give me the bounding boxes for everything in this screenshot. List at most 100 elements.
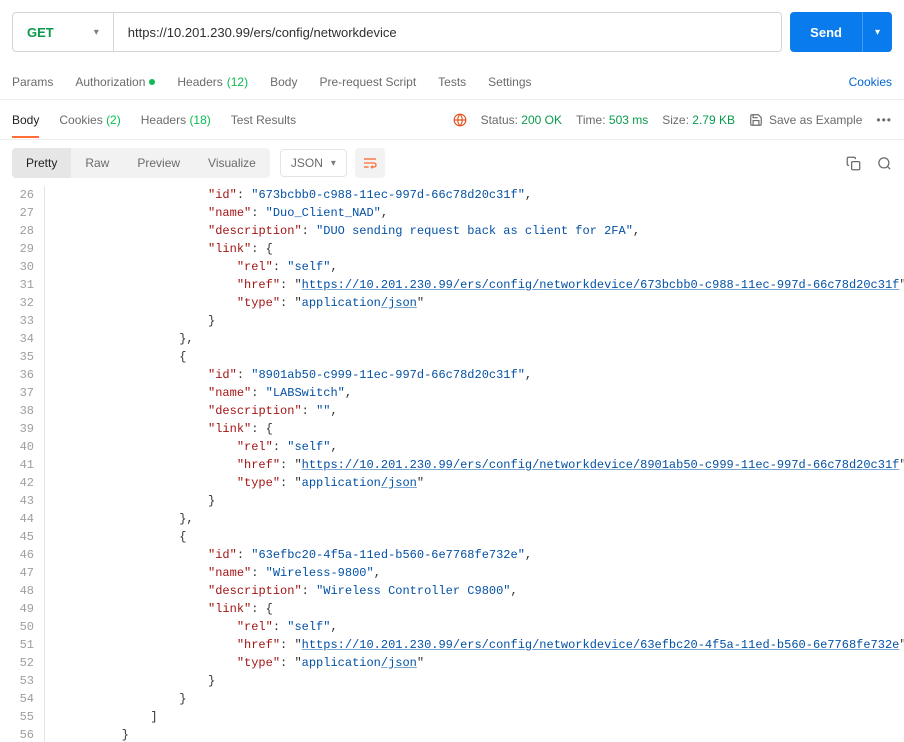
network-icon[interactable] <box>453 113 467 127</box>
line-number: 40 <box>0 438 44 456</box>
line-number: 43 <box>0 492 44 510</box>
auth-indicator-icon <box>149 79 155 85</box>
time-label: Time: 503 ms <box>576 113 648 127</box>
code-line: 37 "name": "LABSwitch", <box>0 384 904 402</box>
wrap-icon <box>362 155 378 171</box>
line-number: 42 <box>0 474 44 492</box>
method-url-container: GET ▾ <box>12 12 782 52</box>
code-line: 52 "type": "application/json" <box>0 654 904 672</box>
line-number: 27 <box>0 204 44 222</box>
line-number: 30 <box>0 258 44 276</box>
line-number: 54 <box>0 690 44 708</box>
code-content: "name": "Wireless-9800", <box>64 564 381 582</box>
code-line: 54 } <box>0 690 904 708</box>
code-line: 49 "link": { <box>0 600 904 618</box>
line-number: 48 <box>0 582 44 600</box>
code-content: "href": "https://10.201.230.99/ers/confi… <box>64 276 904 294</box>
code-line: 41 "href": "https://10.201.230.99/ers/co… <box>0 456 904 474</box>
view-visualize[interactable]: Visualize <box>194 148 270 178</box>
code-content: "link": { <box>64 240 273 258</box>
code-line: 28 "description": "DUO sending request b… <box>0 222 904 240</box>
tab-authorization[interactable]: Authorization <box>75 75 155 89</box>
chevron-down-icon: ▾ <box>331 158 336 169</box>
code-content: "rel": "self", <box>64 438 338 456</box>
code-line: 51 "href": "https://10.201.230.99/ers/co… <box>0 636 904 654</box>
code-content: "href": "https://10.201.230.99/ers/confi… <box>64 456 904 474</box>
view-preview[interactable]: Preview <box>123 148 194 178</box>
line-number: 26 <box>0 186 44 204</box>
code-content: }, <box>64 510 194 528</box>
code-content: } <box>64 312 215 330</box>
line-number: 29 <box>0 240 44 258</box>
view-raw[interactable]: Raw <box>71 148 123 178</box>
line-number: 34 <box>0 330 44 348</box>
send-button-label: Send <box>790 25 862 40</box>
response-body-editor[interactable]: 26 "id": "673bcbb0-c988-11ec-997d-66c78d… <box>0 186 904 742</box>
line-number: 36 <box>0 366 44 384</box>
response-tab-test-results[interactable]: Test Results <box>231 103 296 137</box>
send-dropdown[interactable]: ▾ <box>862 12 892 52</box>
copy-button[interactable] <box>846 156 861 171</box>
code-content: ] <box>64 708 158 726</box>
http-method-select[interactable]: GET ▾ <box>13 13 114 51</box>
line-number: 44 <box>0 510 44 528</box>
request-tabs: Params Authorization Headers (12) Body P… <box>0 64 904 100</box>
line-number: 37 <box>0 384 44 402</box>
chevron-down-icon: ▾ <box>94 27 99 38</box>
save-icon <box>749 113 763 127</box>
tab-params[interactable]: Params <box>12 75 53 89</box>
save-example-button[interactable]: Save as Example <box>749 113 862 127</box>
code-content: { <box>64 348 186 366</box>
response-tab-cookies[interactable]: Cookies (2) <box>59 103 120 137</box>
code-line: 27 "name": "Duo_Client_NAD", <box>0 204 904 222</box>
view-pretty[interactable]: Pretty <box>12 148 71 178</box>
line-number: 51 <box>0 636 44 654</box>
tab-body[interactable]: Body <box>270 75 297 89</box>
code-line: 33 } <box>0 312 904 330</box>
code-line: 35 { <box>0 348 904 366</box>
line-number: 49 <box>0 600 44 618</box>
line-number: 35 <box>0 348 44 366</box>
code-line: 34 }, <box>0 330 904 348</box>
code-line: 36 "id": "8901ab50-c999-11ec-997d-66c78d… <box>0 366 904 384</box>
copy-icon <box>846 156 861 171</box>
send-button[interactable]: Send ▾ <box>790 12 892 52</box>
code-line: 26 "id": "673bcbb0-c988-11ec-997d-66c78d… <box>0 186 904 204</box>
code-content: } <box>64 492 215 510</box>
code-line: 30 "rel": "self", <box>0 258 904 276</box>
line-wrap-toggle[interactable] <box>355 148 385 178</box>
response-tab-body[interactable]: Body <box>12 103 39 137</box>
view-right-actions <box>846 156 892 171</box>
size-label: Size: 2.79 KB <box>662 113 735 127</box>
code-content: "type": "application/json" <box>64 654 424 672</box>
code-content: "type": "application/json" <box>64 294 424 312</box>
code-line: 50 "rel": "self", <box>0 618 904 636</box>
code-content: "description": "", <box>64 402 338 420</box>
code-content: } <box>64 690 186 708</box>
code-content: "link": { <box>64 600 273 618</box>
code-line: 46 "id": "63efbc20-4f5a-11ed-b560-6e7768… <box>0 546 904 564</box>
code-content: "href": "https://10.201.230.99/ers/confi… <box>64 636 904 654</box>
code-line: 38 "description": "", <box>0 402 904 420</box>
tab-settings[interactable]: Settings <box>488 75 531 89</box>
tab-tests[interactable]: Tests <box>438 75 466 89</box>
format-select[interactable]: JSON ▾ <box>280 149 347 177</box>
code-content: "id": "8901ab50-c999-11ec-997d-66c78d20c… <box>64 366 532 384</box>
search-icon <box>877 156 892 171</box>
url-input[interactable] <box>114 13 781 51</box>
cookies-link[interactable]: Cookies <box>849 75 892 89</box>
line-number: 45 <box>0 528 44 546</box>
status-label: Status: 200 OK <box>481 113 562 127</box>
line-number: 41 <box>0 456 44 474</box>
tab-prerequest[interactable]: Pre-request Script <box>319 75 416 89</box>
code-content: }, <box>64 330 194 348</box>
line-number: 55 <box>0 708 44 726</box>
line-number: 50 <box>0 618 44 636</box>
more-options-icon[interactable]: ••• <box>876 113 892 127</box>
response-tab-headers[interactable]: Headers (18) <box>141 103 211 137</box>
line-number: 38 <box>0 402 44 420</box>
search-button[interactable] <box>877 156 892 171</box>
code-content: "id": "63efbc20-4f5a-11ed-b560-6e7768fe7… <box>64 546 532 564</box>
tab-headers[interactable]: Headers (12) <box>177 75 248 89</box>
line-number: 53 <box>0 672 44 690</box>
